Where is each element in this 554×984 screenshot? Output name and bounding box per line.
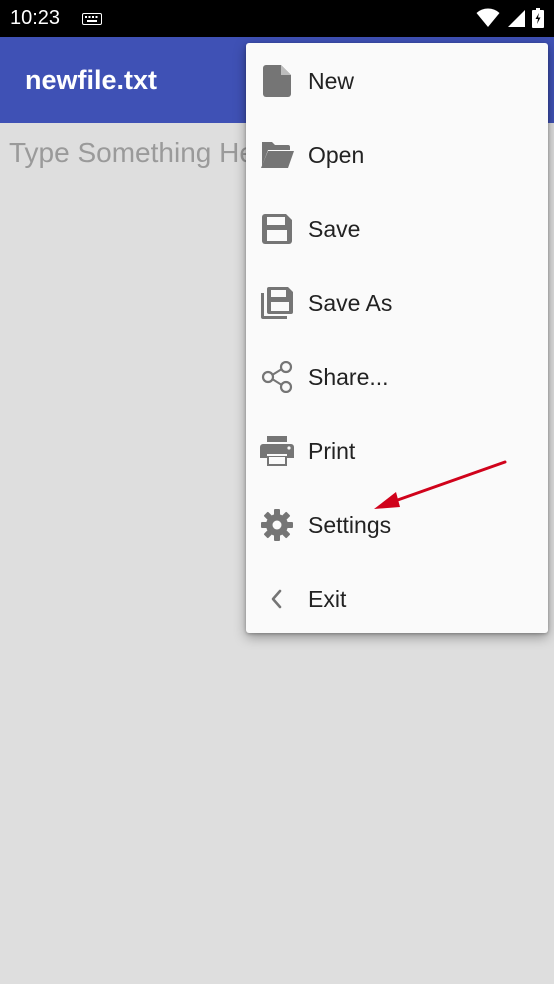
gear-icon bbox=[260, 508, 294, 542]
menu-item-open[interactable]: Open bbox=[246, 118, 548, 192]
save-as-icon bbox=[260, 286, 294, 320]
status-bar: 10:23 bbox=[0, 0, 554, 37]
file-icon bbox=[260, 64, 294, 98]
editor-placeholder: Type Something Here bbox=[9, 137, 280, 168]
menu-item-save[interactable]: Save bbox=[246, 192, 548, 266]
menu-item-label: Print bbox=[308, 437, 356, 464]
menu-item-save-as[interactable]: Save As bbox=[246, 266, 548, 340]
keyboard-icon bbox=[82, 12, 102, 30]
menu-item-share[interactable]: Share... bbox=[246, 340, 548, 414]
menu-item-label: New bbox=[308, 67, 355, 94]
folder-open-icon bbox=[260, 138, 294, 172]
menu-item-label: Save As bbox=[308, 289, 393, 316]
menu-item-label: Share... bbox=[308, 363, 389, 390]
wifi-icon bbox=[476, 8, 500, 33]
status-time: 10:23 bbox=[10, 7, 61, 29]
share-icon bbox=[260, 360, 294, 394]
overflow-menu: New Open Save Save As Share... Print Set… bbox=[246, 43, 548, 633]
screen: 10:23 newfile.txt Type Something Here Ne… bbox=[0, 0, 554, 984]
printer-icon bbox=[260, 434, 294, 468]
floppy-icon bbox=[260, 212, 294, 246]
page-title: newfile.txt bbox=[25, 65, 158, 95]
menu-item-label: Open bbox=[308, 141, 365, 168]
menu-item-exit[interactable]: Exit bbox=[246, 562, 548, 636]
menu-item-label: Exit bbox=[308, 585, 347, 612]
menu-item-new[interactable]: New bbox=[246, 44, 548, 118]
menu-item-label: Save bbox=[308, 215, 361, 242]
chevron-left-icon bbox=[260, 582, 294, 616]
battery-icon bbox=[532, 8, 544, 33]
status-icons bbox=[476, 8, 544, 33]
signal-icon bbox=[506, 8, 526, 33]
annotation-arrow bbox=[374, 460, 507, 509]
